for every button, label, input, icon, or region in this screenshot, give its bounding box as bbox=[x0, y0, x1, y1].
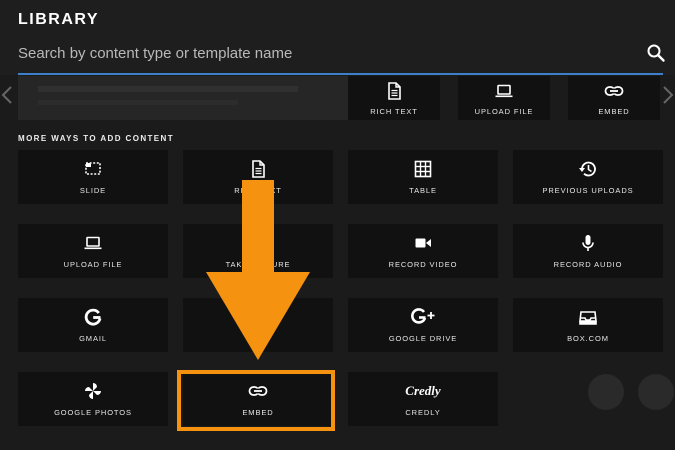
tile-label: PREVIOUS UPLOADS bbox=[542, 186, 634, 195]
laptop-icon bbox=[84, 236, 102, 250]
previous-uploads-tile[interactable]: PREVIOUS UPLOADS bbox=[513, 150, 663, 204]
inbox-tray-icon bbox=[579, 311, 597, 325]
tile-label: TAKE PICTURE bbox=[225, 260, 291, 269]
credly-logo-text: Credly bbox=[405, 383, 441, 398]
tile-label: TABLE bbox=[409, 186, 437, 195]
table-tile[interactable]: TABLE bbox=[348, 150, 498, 204]
section-label: MORE WAYS TO ADD CONTENT bbox=[18, 134, 174, 143]
content-tile[interactable] bbox=[183, 298, 333, 352]
tile-label: EMBED bbox=[242, 408, 274, 417]
take-picture-tile[interactable]: TAKE PICTURE bbox=[183, 224, 333, 278]
tile-label: BOX.COM bbox=[567, 334, 609, 343]
document-icon bbox=[252, 160, 265, 178]
google-plus-icon bbox=[411, 308, 435, 324]
tile-label: GOOGLE DRIVE bbox=[388, 334, 458, 343]
rich-text-tile-top[interactable]: RICH TEXT bbox=[348, 76, 440, 120]
tile-label: RICH TEXT bbox=[234, 186, 282, 195]
google-drive-tile[interactable]: GOOGLE DRIVE bbox=[348, 298, 498, 352]
library-title: LIBRARY bbox=[18, 11, 100, 28]
laptop-icon bbox=[495, 84, 513, 97]
slide-tile[interactable]: SLIDE bbox=[18, 150, 168, 204]
tile-label: UPLOAD FILE bbox=[474, 106, 534, 116]
record-audio-tile[interactable]: RECORD AUDIO bbox=[513, 224, 663, 278]
search-input[interactable] bbox=[18, 40, 628, 66]
camera-icon bbox=[249, 236, 267, 250]
history-icon bbox=[579, 161, 596, 177]
gmail-tile[interactable]: GMAIL bbox=[18, 298, 168, 352]
tile-label: GMAIL bbox=[79, 334, 107, 343]
link-icon bbox=[604, 85, 624, 96]
google-icon bbox=[84, 308, 102, 326]
embed-tile[interactable]: EMBED bbox=[183, 372, 333, 426]
library-header: LIBRARY bbox=[0, 0, 675, 75]
rich-text-tile[interactable]: RICH TEXT bbox=[183, 150, 333, 204]
search-underline bbox=[18, 73, 663, 75]
slide-icon bbox=[85, 162, 101, 175]
embed-tile-top[interactable]: EMBED bbox=[568, 76, 660, 120]
search-icon[interactable] bbox=[646, 43, 666, 63]
background-add-button bbox=[588, 374, 624, 410]
chevron-left-icon[interactable] bbox=[0, 85, 14, 105]
credly-logo-icon: Credly bbox=[403, 381, 443, 401]
google-photos-tile[interactable]: GOOGLE PHOTOS bbox=[18, 372, 168, 426]
record-video-tile[interactable]: RECORD VIDEO bbox=[348, 224, 498, 278]
chevron-right-icon[interactable] bbox=[661, 85, 675, 105]
credly-tile[interactable]: Credly CREDLY bbox=[348, 372, 498, 426]
tile-label: RECORD AUDIO bbox=[553, 260, 623, 269]
video-camera-icon bbox=[415, 238, 431, 248]
document-icon bbox=[388, 81, 401, 100]
tile-label: RICH TEXT bbox=[370, 106, 418, 116]
link-icon bbox=[248, 386, 268, 396]
microphone-icon bbox=[582, 235, 594, 251]
tile-label: GOOGLE PHOTOS bbox=[54, 408, 132, 417]
pinwheel-icon bbox=[85, 383, 101, 399]
tile-label: UPLOAD FILE bbox=[63, 260, 123, 269]
tile-label: SLIDE bbox=[79, 186, 107, 195]
tile-label: CREDLY bbox=[405, 408, 441, 417]
tile-label: RECORD VIDEO bbox=[388, 260, 458, 269]
box-com-tile[interactable]: BOX.COM bbox=[513, 298, 663, 352]
background-content bbox=[18, 76, 348, 120]
background-chat-button bbox=[638, 374, 674, 410]
tile-label: EMBED bbox=[598, 106, 630, 116]
upload-file-tile[interactable]: UPLOAD FILE bbox=[18, 224, 168, 278]
upload-file-tile-top[interactable]: UPLOAD FILE bbox=[458, 76, 550, 120]
table-icon bbox=[414, 160, 432, 178]
